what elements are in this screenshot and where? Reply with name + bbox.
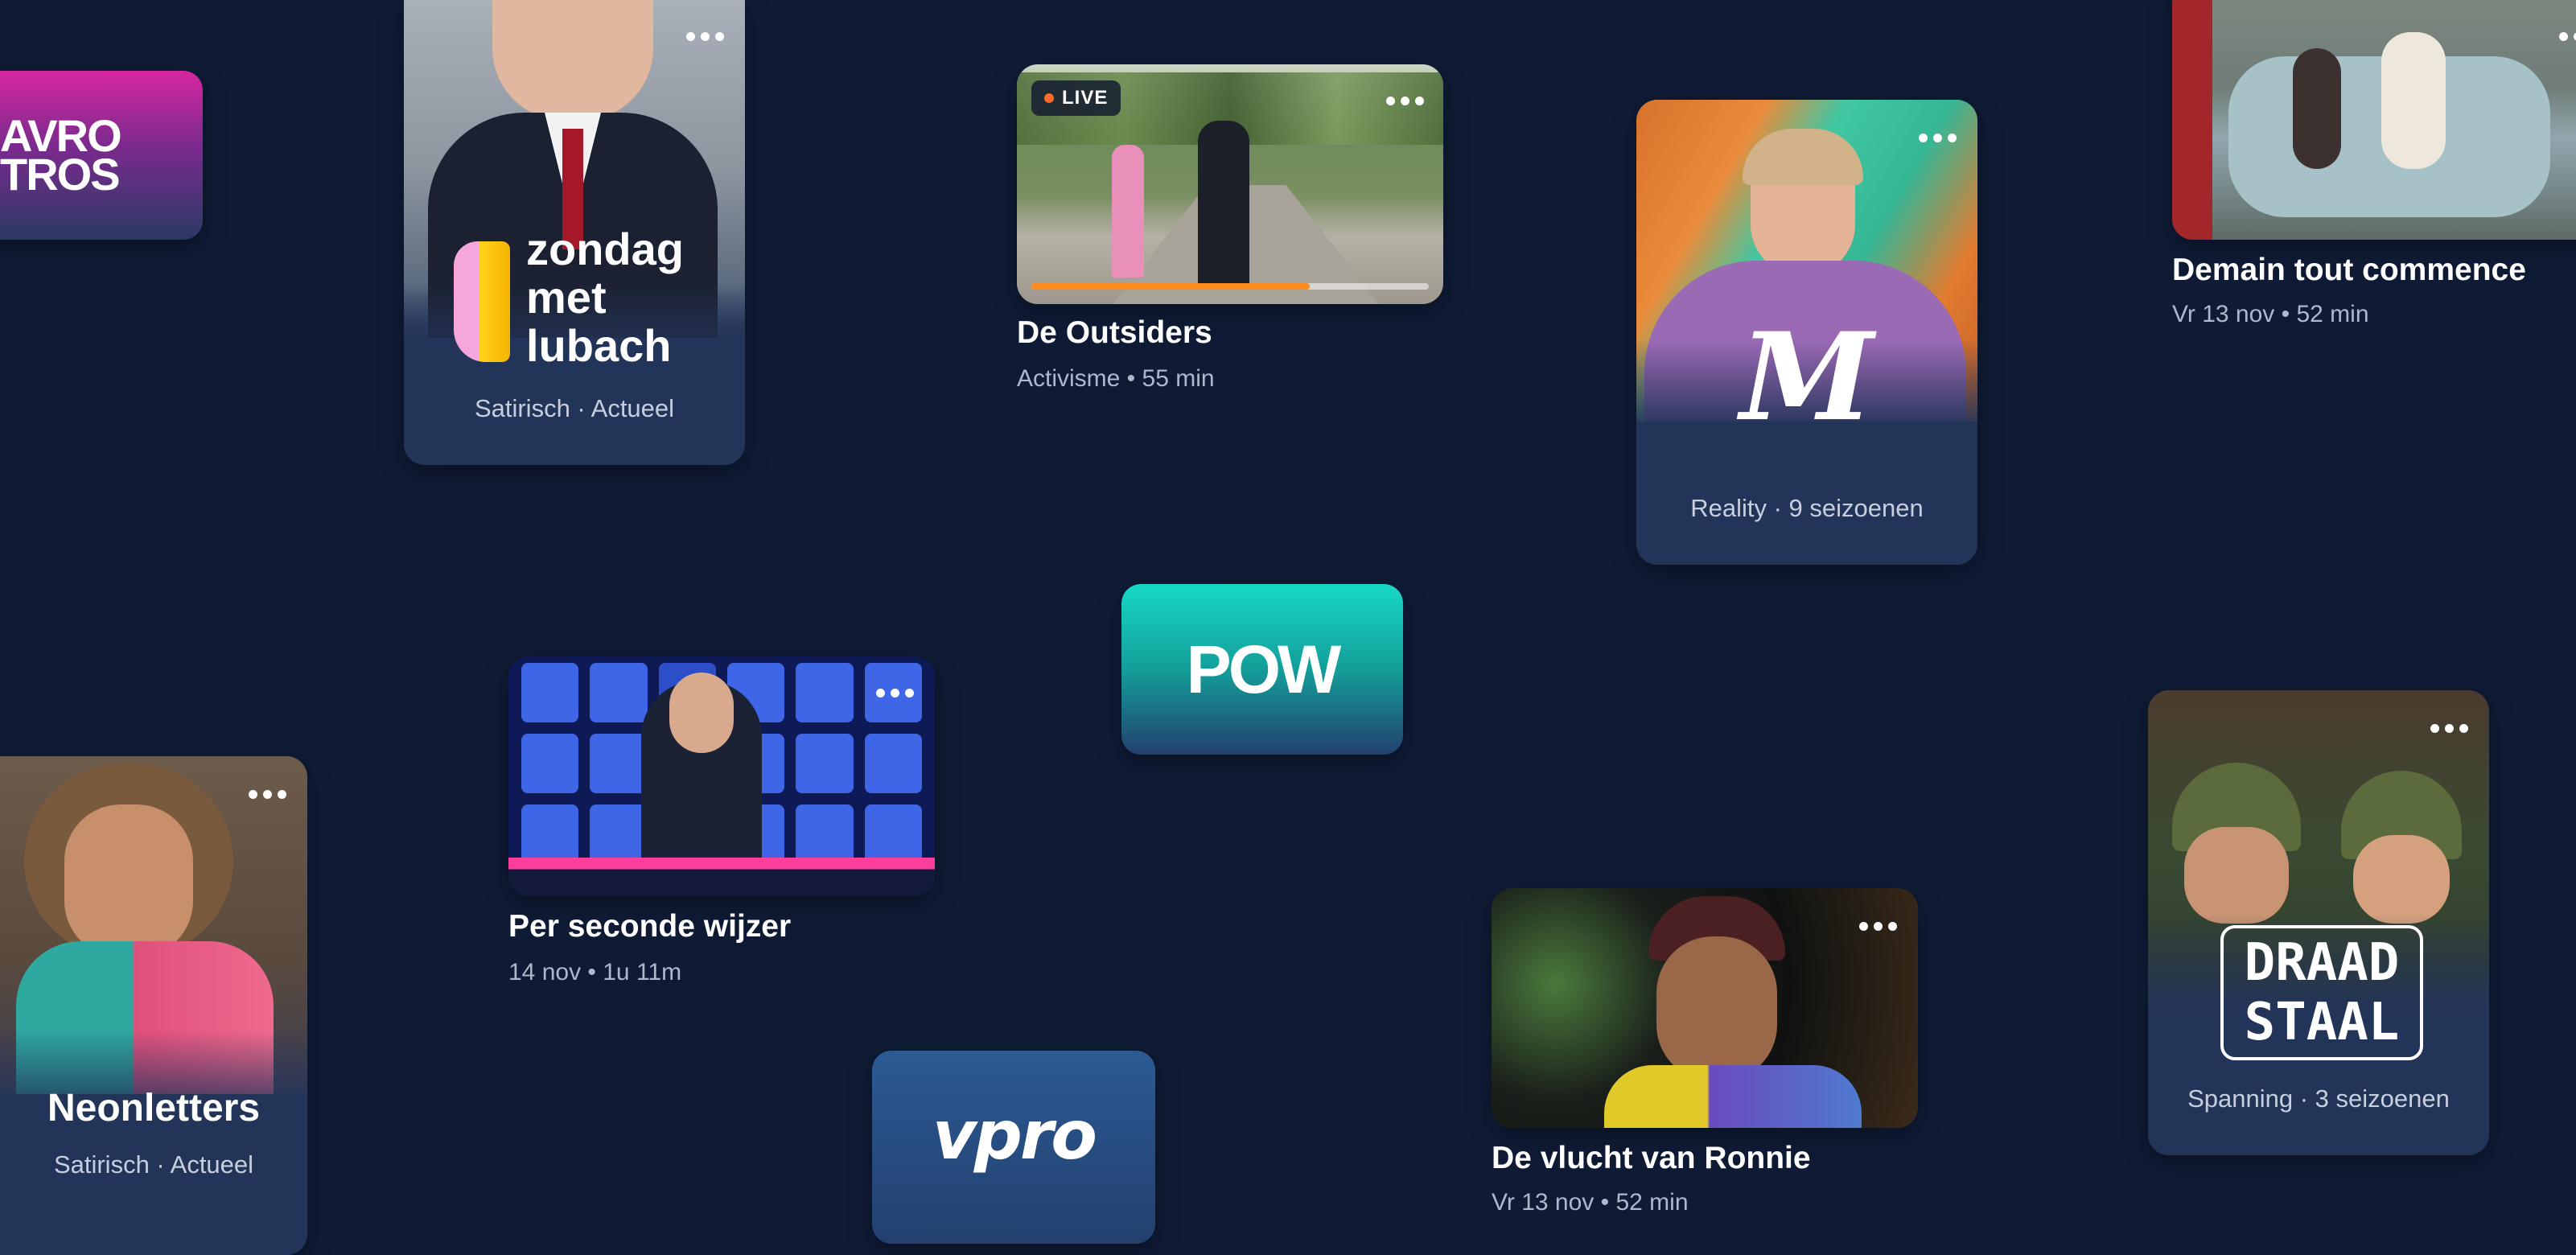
more-dots-icon[interactable] <box>2430 724 2468 733</box>
more-dots-icon[interactable] <box>1859 922 1897 931</box>
show-card-zondag-met-lubach[interactable]: zondag met lubach Satirisch · Actueel <box>404 0 745 465</box>
show-meta-demain-tout-commence: Vr 13 nov • 52 min <box>2172 301 2369 327</box>
progress-fill <box>1031 283 1310 290</box>
more-dots-icon[interactable] <box>686 32 724 41</box>
more-dots-icon[interactable] <box>1386 97 1424 105</box>
m-show-logo: M <box>1739 307 1874 448</box>
vpro-logo-tile[interactable]: vpro <box>872 1051 1155 1244</box>
show-card-demain-tout-commence-thumb[interactable] <box>2172 0 2576 240</box>
lubach-head-icon <box>454 241 510 362</box>
show-card-draadstaal[interactable]: DRAAD STAAL Spanning · 3 seizoenen <box>2148 690 2489 1155</box>
red-curtain <box>2172 0 2212 240</box>
show-meta: Satirisch · Actueel <box>474 394 675 422</box>
avrotros-logo: AVRO TROS <box>0 109 122 200</box>
show-meta: Satirisch · Actueel <box>53 1150 254 1179</box>
draadstaal-logo: DRAAD STAAL <box>2220 925 2423 1060</box>
person-left <box>2293 48 2341 169</box>
show-card-neonletters[interactable]: Neonletters Satirisch · Actueel <box>0 756 307 1255</box>
show-title-demain-tout-commence[interactable]: Demain tout commence <box>2172 253 2526 288</box>
ronnie-thumbnail <box>1492 888 1918 1128</box>
show-meta-per-seconde-wijzer: 14 nov • 1u 11m <box>508 959 682 985</box>
show-card-de-vlucht-van-ronnie-thumb[interactable] <box>1492 888 1918 1128</box>
face-right <box>2353 835 2450 924</box>
host-face <box>669 673 734 753</box>
show-card-m[interactable]: M Reality · 9 seizoenen <box>1636 100 1977 565</box>
show-meta-de-vlucht-van-ronnie: Vr 13 nov • 52 min <box>1492 1189 1689 1216</box>
show-logo-text: zondag met lubach <box>526 224 684 371</box>
neonletters-logo: Neonletters <box>47 1087 261 1130</box>
vpro-logo: vpro <box>932 1096 1097 1175</box>
more-dots-icon[interactable] <box>249 790 286 799</box>
person-pink <box>1112 145 1144 278</box>
show-title-de-vlucht-van-ronnie[interactable]: De vlucht van Ronnie <box>1492 1141 1811 1176</box>
live-card-de-outsiders-thumb[interactable]: LIVE <box>1017 64 1443 304</box>
more-dots-icon[interactable] <box>876 689 914 697</box>
more-dots-icon[interactable] <box>2559 32 2576 41</box>
live-dot-icon <box>1044 93 1054 103</box>
face-left <box>2184 827 2289 924</box>
show-meta: Spanning · 3 seizoenen <box>2187 1084 2450 1113</box>
jacket <box>1604 1065 1862 1128</box>
pow-logo: POW <box>1186 631 1342 707</box>
show-meta: Reality · 9 seizoenen <box>1690 494 1924 522</box>
face <box>1656 936 1777 1081</box>
host-hair <box>1743 129 1863 185</box>
presenter-figure <box>492 0 653 121</box>
desk <box>508 858 935 896</box>
show-meta-de-outsiders: Activisme • 55 min <box>1017 365 1215 392</box>
face <box>64 804 193 957</box>
show-title-de-outsiders[interactable]: De Outsiders <box>1017 315 1212 351</box>
person-dark <box>1198 121 1249 290</box>
show-title-per-seconde-wijzer[interactable]: Per seconde wijzer <box>508 909 791 944</box>
more-dots-icon[interactable] <box>1919 134 1957 142</box>
avrotros-logo-tile[interactable]: AVRO TROS <box>0 71 203 240</box>
live-badge: LIVE <box>1031 80 1121 116</box>
pow-logo-tile[interactable]: POW <box>1121 584 1403 755</box>
progress-bar <box>1031 283 1429 290</box>
person-right <box>2381 32 2446 169</box>
demain-thumbnail <box>2172 0 2576 240</box>
per-seconde-thumbnail <box>508 656 935 896</box>
show-card-per-seconde-wijzer-thumb[interactable] <box>508 656 935 896</box>
